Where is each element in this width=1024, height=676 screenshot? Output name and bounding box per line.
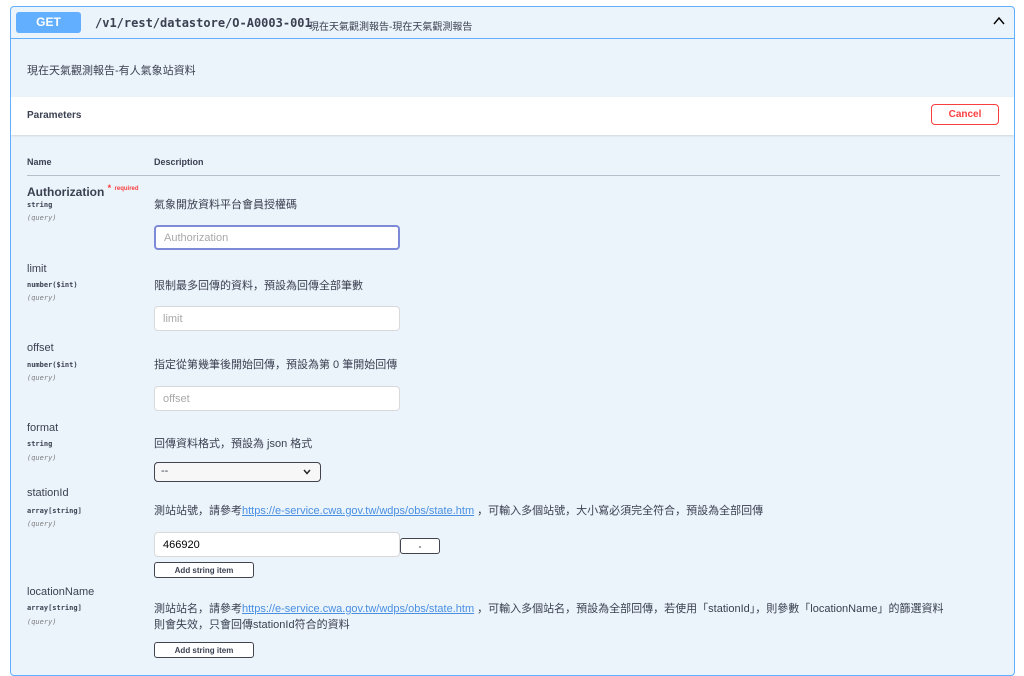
param-desc-limit: 限制最多回傳的資料，預設為回傳全部筆數 (154, 280, 363, 292)
state-link[interactable]: https://e-service.cwa.gov.tw/wdps/obs/st… (242, 505, 474, 517)
state-link[interactable]: https://e-service.cwa.gov.tw/wdps/obs/st… (242, 603, 474, 615)
param-name-stationid: stationId (27, 487, 69, 499)
endpoint-summary: 現在天氣觀測報告-現在天氣觀測報告 (309, 22, 473, 33)
add-string-item-button[interactable]: Add string item (154, 562, 254, 578)
param-name-offset: offset (27, 342, 54, 354)
format-selected-value: -- (161, 465, 169, 477)
endpoint-description: 現在天氣觀測報告-有人氣象站資料 (27, 65, 196, 77)
required-label: required (114, 186, 139, 192)
format-select[interactable]: -- (154, 462, 321, 482)
column-header-description: Description (154, 157, 204, 167)
chevron-up-icon[interactable] (992, 14, 1006, 28)
param-type-format: string (27, 440, 53, 448)
limit-input[interactable] (154, 306, 400, 331)
param-type-limit: number($int) (27, 281, 78, 289)
param-desc-stationid: 測站站號，請參考https://e-service.cwa.gov.tw/wdp… (154, 505, 764, 517)
add-string-item-button[interactable]: Add string item (154, 642, 254, 658)
chevron-down-icon (303, 469, 311, 475)
param-name-limit: limit (27, 263, 47, 275)
remove-item-button[interactable]: - (400, 538, 440, 554)
cancel-button[interactable]: Cancel (931, 104, 999, 125)
required-star: * (107, 183, 112, 193)
parameters-title: Parameters (27, 110, 82, 121)
param-type-stationid: array[string] (27, 507, 82, 515)
endpoint-path: /v1/rest/datastore/O-A0003-001 (95, 16, 312, 30)
opblock-summary[interactable]: GET /v1/rest/datastore/O-A0003-001 現在天氣觀… (11, 7, 1014, 39)
param-desc-offset: 指定從第幾筆後開始回傳，預設為第 0 筆開始回傳 (154, 359, 398, 371)
param-name-authorization: Authorization * required (27, 183, 139, 199)
param-name-locationname: locationName (27, 586, 95, 598)
opblock-get: GET /v1/rest/datastore/O-A0003-001 現在天氣觀… (10, 6, 1015, 676)
param-desc-locationname: 測站站名，請參考https://e-service.cwa.gov.tw/wdp… (154, 603, 944, 615)
column-header-name: Name (27, 157, 52, 167)
param-type-authorization: string (27, 201, 53, 209)
column-divider (27, 175, 1000, 176)
param-in-locationname: (query) (27, 618, 57, 626)
offset-input[interactable] (154, 386, 400, 411)
param-type-offset: number($int) (27, 361, 78, 369)
param-in-offset: (query) (27, 374, 57, 382)
param-in-format: (query) (27, 454, 57, 462)
param-in-limit: (query) (27, 294, 57, 302)
stationid-item-input[interactable] (154, 532, 400, 557)
param-in-authorization: (query) (27, 214, 57, 222)
authorization-input[interactable] (154, 225, 400, 250)
param-desc-format: 回傳資料格式，預設為 json 格式 (154, 438, 313, 450)
param-in-stationid: (query) (27, 520, 57, 528)
param-type-locationname: array[string] (27, 604, 82, 612)
parameters-header: Parameters Cancel (11, 97, 1014, 135)
param-desc-authorization: 氣象開放資料平台會員授權碼 (154, 199, 297, 211)
param-name-format: format (27, 422, 59, 434)
method-badge: GET (16, 12, 81, 33)
param-desc-locationname-line2: 則會失效，只會回傳stationId符合的資料 (154, 619, 350, 631)
